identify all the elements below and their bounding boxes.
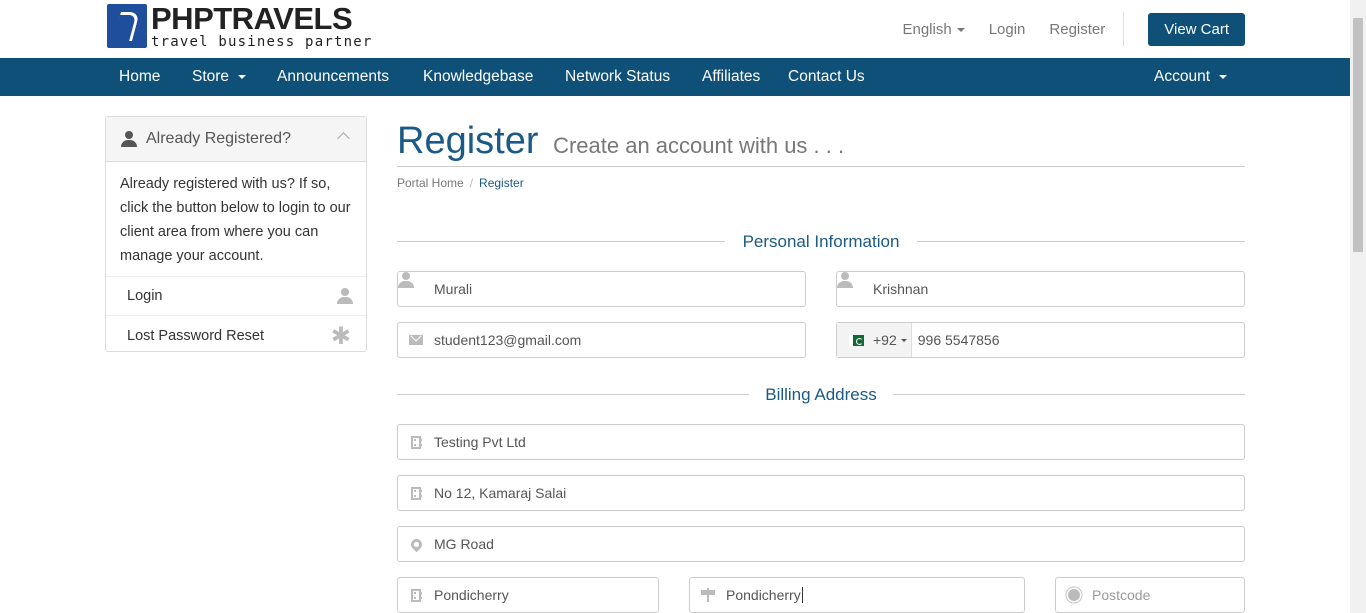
nav-affiliates[interactable]: Affiliates xyxy=(702,58,760,96)
page-subtitle: Create an account with us . . . xyxy=(553,133,845,158)
text-cursor xyxy=(801,587,803,603)
sidebar-login-link[interactable]: Login xyxy=(106,277,366,316)
billing-address-heading: Billing Address xyxy=(397,385,1245,405)
logo-icon xyxy=(107,4,147,48)
language-label: English xyxy=(902,20,952,38)
last-name-value: Krishnan xyxy=(873,281,929,297)
email-field[interactable]: student123@gmail.com xyxy=(397,322,806,358)
panel-description: Already registered with us? If so, click… xyxy=(106,162,366,277)
main-nav: Home Store Announcements Knowledgebase N… xyxy=(0,58,1350,96)
company-name-field[interactable]: Testing Pvt Ltd xyxy=(397,424,1245,460)
page-title: Register Create an account with us . . . xyxy=(397,116,1245,167)
view-cart-button[interactable]: View Cart xyxy=(1148,12,1245,46)
top-header: PHPTRAVELS travel business partner Engli… xyxy=(0,0,1350,58)
nav-home[interactable]: Home xyxy=(119,58,160,96)
top-links: English Login Register View Cart xyxy=(878,12,1245,46)
user-icon xyxy=(837,272,873,306)
building-icon xyxy=(398,578,434,612)
address2-field[interactable]: MG Road xyxy=(397,526,1245,562)
page-title-text: Register xyxy=(397,120,539,162)
personal-info-label: Personal Information xyxy=(742,232,900,251)
brand-logo[interactable]: PHPTRAVELS travel business partner xyxy=(107,3,372,49)
nav-contact-us[interactable]: Contact Us xyxy=(788,58,865,96)
main-content: Register Create an account with us . . .… xyxy=(397,116,1245,613)
caret-down-icon xyxy=(238,74,247,79)
state-value: Pondicherry xyxy=(726,587,801,603)
building-icon xyxy=(398,476,434,510)
sidebar-password-reset-label: Lost Password Reset xyxy=(127,327,265,344)
logo-text: PHPTRAVELS travel business partner xyxy=(151,3,372,49)
page-scrollbar[interactable] xyxy=(1350,0,1366,613)
breadcrumb: Portal Home / Register xyxy=(397,176,1245,190)
sidebar-login-label: Login xyxy=(127,288,163,304)
register-link[interactable]: Register xyxy=(1049,21,1105,38)
city-value: Pondicherry xyxy=(434,587,509,603)
email-value: student123@gmail.com xyxy=(434,332,582,348)
country-code-selector[interactable]: +92 xyxy=(837,323,912,357)
building-icon xyxy=(398,425,434,459)
nav-store-label: Store xyxy=(192,68,230,85)
logo-title: PHPTRAVELS xyxy=(151,1,353,36)
certificate-icon xyxy=(1056,578,1092,612)
first-name-value: Murali xyxy=(434,281,473,297)
breadcrumb-home[interactable]: Portal Home xyxy=(397,176,464,190)
billing-address-label: Billing Address xyxy=(765,385,877,404)
scrollbar-thumb[interactable] xyxy=(1353,18,1363,252)
logo-subtitle: travel business partner xyxy=(151,34,373,50)
pakistan-flag-icon xyxy=(849,334,864,346)
caret-down-icon xyxy=(956,27,965,32)
divider xyxy=(1123,12,1125,46)
login-link[interactable]: Login xyxy=(989,21,1026,38)
nav-account-label: Account xyxy=(1154,68,1211,85)
state-field[interactable]: Pondicherry xyxy=(689,577,1025,613)
address1-field[interactable]: No 12, Kamaraj Salai xyxy=(397,475,1245,511)
envelope-icon xyxy=(398,323,434,357)
caret-down-icon xyxy=(900,338,907,342)
country-code: +92 xyxy=(873,332,897,348)
signpost-icon xyxy=(690,578,726,612)
address2-value: MG Road xyxy=(434,536,494,552)
chevron-up-icon[interactable] xyxy=(337,132,350,145)
panel-header[interactable]: Already Registered? xyxy=(106,117,366,162)
nav-account[interactable]: Account xyxy=(1154,58,1228,96)
postcode-field[interactable]: Postcode xyxy=(1055,577,1245,613)
nav-network-status[interactable]: Network Status xyxy=(565,58,670,96)
user-icon xyxy=(121,131,137,147)
city-field[interactable]: Pondicherry xyxy=(397,577,659,613)
user-icon xyxy=(398,272,434,306)
asterisk-icon: ✱ xyxy=(330,323,351,350)
last-name-field[interactable]: Krishnan xyxy=(836,271,1245,307)
nav-knowledgebase[interactable]: Knowledgebase xyxy=(423,58,533,96)
sidebar-password-reset-link[interactable]: Lost Password Reset ✱ xyxy=(106,316,366,355)
nav-announcements[interactable]: Announcements xyxy=(277,58,389,96)
caret-down-icon xyxy=(1219,74,1228,79)
language-dropdown[interactable]: English xyxy=(902,20,965,38)
already-registered-panel: Already Registered? Already registered w… xyxy=(105,116,367,352)
first-name-field[interactable]: Murali xyxy=(397,271,806,307)
user-icon xyxy=(337,288,353,304)
breadcrumb-current: Register xyxy=(479,176,524,190)
phone-value: 996 5547856 xyxy=(917,332,1000,348)
map-marker-icon xyxy=(398,527,434,561)
phone-field[interactable]: +92 996 5547856 xyxy=(836,322,1245,358)
panel-title: Already Registered? xyxy=(146,130,291,147)
personal-info-heading: Personal Information xyxy=(397,232,1245,252)
company-name-value: Testing Pvt Ltd xyxy=(434,434,526,450)
nav-store[interactable]: Store xyxy=(192,58,247,96)
postcode-placeholder: Postcode xyxy=(1092,587,1151,603)
address1-value: No 12, Kamaraj Salai xyxy=(434,485,567,501)
breadcrumb-separator: / xyxy=(469,176,474,190)
